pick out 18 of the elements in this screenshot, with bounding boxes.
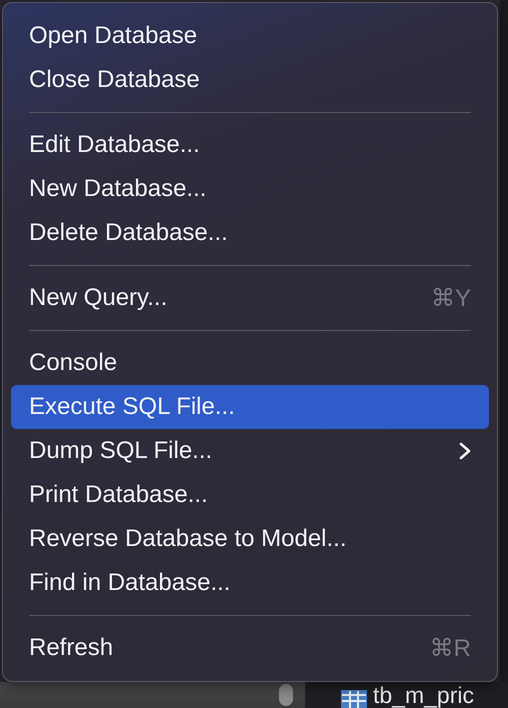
menu-item[interactable]: Reverse Database to Model... <box>11 517 489 561</box>
shortcut-text: ⌘R <box>430 634 471 662</box>
shortcut-text: ⌘Y <box>430 284 471 312</box>
menu-item[interactable]: Execute SQL File... <box>11 385 489 429</box>
menu-item[interactable]: Open Database <box>11 14 489 58</box>
menu-item[interactable]: Delete Database... <box>11 211 489 255</box>
menu-item[interactable]: Print Database... <box>11 473 489 517</box>
menu-item[interactable]: Refresh ⌘R <box>11 626 489 670</box>
menu-item[interactable]: Find in Database... <box>11 561 489 605</box>
table-name[interactable]: tb_m_pric <box>373 682 474 708</box>
menu-item[interactable]: Console <box>11 341 489 385</box>
scrollbar-thumb[interactable] <box>279 684 293 706</box>
menu-item[interactable]: Dump SQL File... <box>11 429 489 473</box>
menu-item[interactable]: New Query... ⌘Y <box>11 276 489 320</box>
menu-item[interactable]: Edit Database... <box>11 123 489 167</box>
menu-item[interactable]: Close Database <box>11 58 489 102</box>
menu-item[interactable]: New Database... <box>11 167 489 211</box>
table-icon <box>341 690 367 708</box>
